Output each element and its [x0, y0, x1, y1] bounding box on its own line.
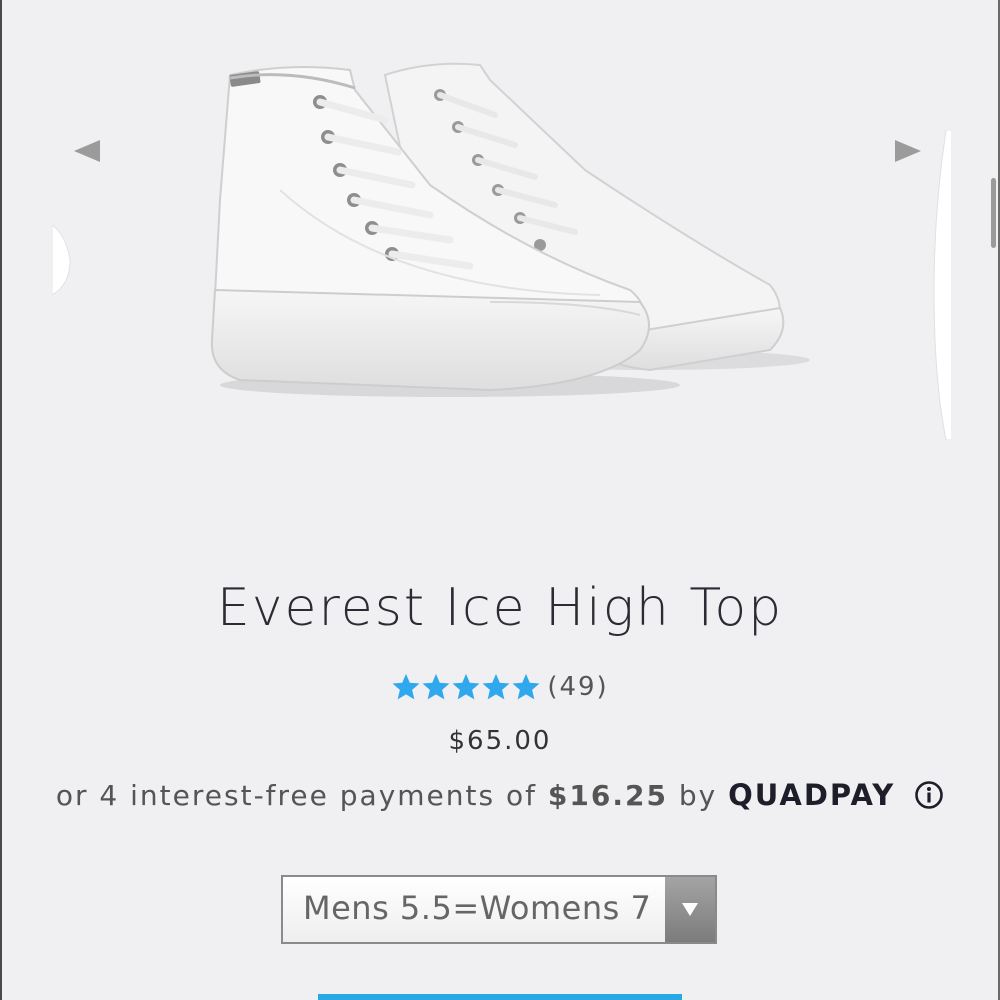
installment-by: by — [678, 779, 718, 812]
star-icon — [512, 673, 540, 700]
product-title: Everest Ice High Top — [216, 578, 784, 638]
size-select[interactable]: Mens 5.5=Womens 7 — [281, 875, 717, 944]
rating-stars[interactable] — [391, 672, 541, 702]
info-circle-icon[interactable] — [914, 780, 944, 810]
product-price: $65.00 — [448, 726, 552, 756]
product-image — [210, 62, 810, 397]
product-rating[interactable]: (49) — [0, 672, 1000, 702]
carousel-next-button[interactable] — [893, 136, 923, 166]
product-image-carousel[interactable] — [0, 0, 1000, 560]
installment-prefix: or 4 interest-free payments of — [55, 779, 537, 812]
installment-amount: $16.25 — [547, 779, 668, 812]
carousel-prev-button[interactable] — [72, 136, 102, 166]
triangle-right-icon — [895, 140, 921, 162]
star-icon — [452, 673, 480, 700]
installment-offer: or 4 interest-free payments of $16.25 by… — [0, 778, 1000, 812]
size-select-toggle[interactable] — [665, 877, 715, 942]
star-icon — [482, 673, 510, 700]
next-slide-peek[interactable] — [928, 130, 952, 440]
star-icon — [422, 673, 450, 700]
size-select-value: Mens 5.5=Womens 7 — [303, 889, 652, 927]
review-count[interactable]: (49) — [547, 672, 608, 702]
quadpay-logo: QUADPAY — [728, 778, 896, 812]
caret-down-icon — [682, 903, 698, 916]
triangle-left-icon — [74, 140, 100, 162]
star-icon — [392, 673, 420, 700]
add-to-cart-button[interactable] — [318, 994, 682, 1000]
previous-slide-peek[interactable] — [52, 215, 74, 310]
